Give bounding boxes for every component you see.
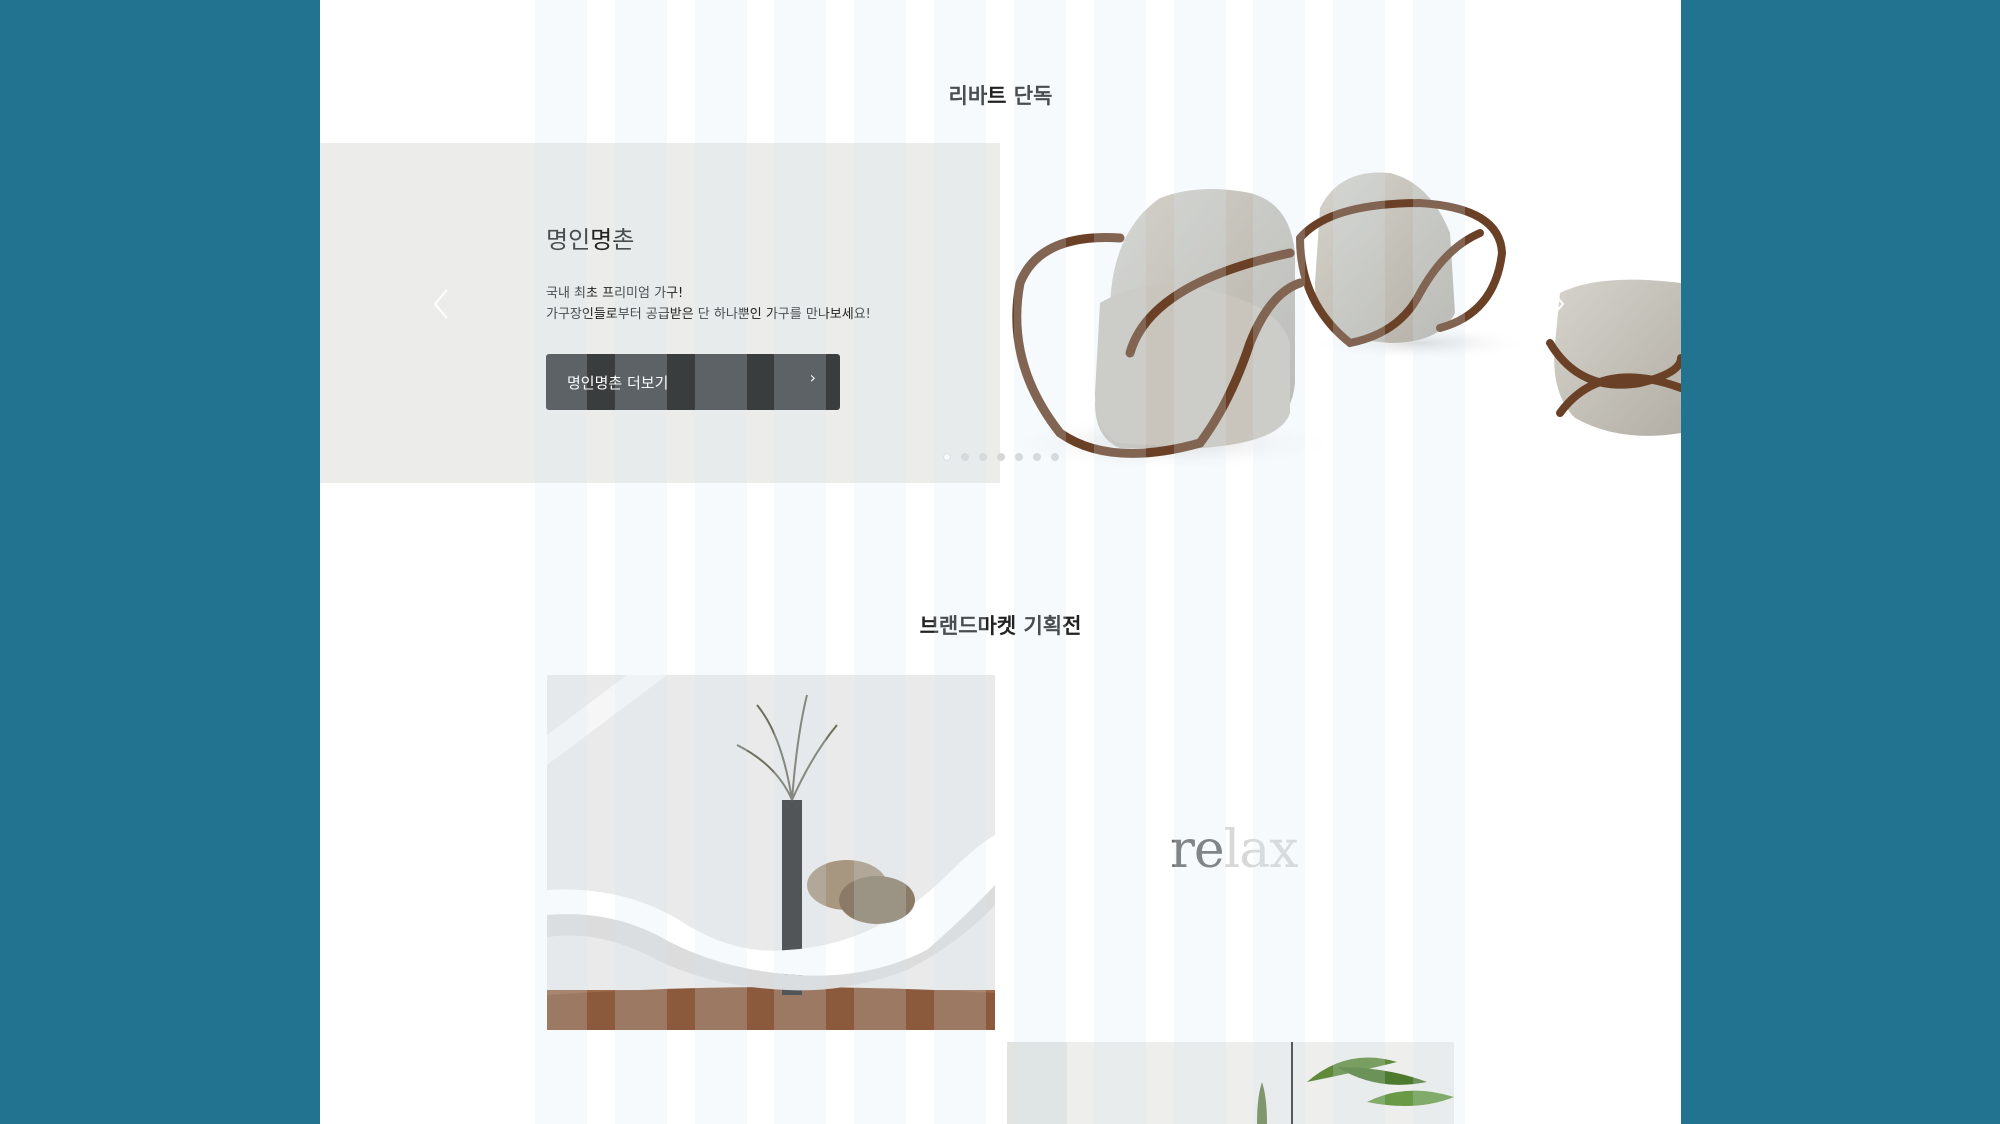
slide-desc-line2: 가구장인들로부터 공급받은 단 하나뿐인 가구를 만나보세요! — [546, 307, 871, 322]
chevron-right-icon: › — [809, 368, 816, 387]
view-more-button[interactable]: 명인명촌 더보기 › — [546, 354, 840, 410]
carousel-dot[interactable] — [997, 453, 1005, 461]
carousel-dot[interactable] — [943, 453, 951, 461]
section-title-exclusive: 리바트 단독 — [948, 84, 1053, 108]
carousel-dot[interactable] — [1015, 453, 1023, 461]
carousel-dot[interactable] — [1051, 453, 1059, 461]
relax-light: lax — [1223, 820, 1299, 880]
slide-description: 국내 최초 프리미엄 가구! 가구장인들로부터 공급받은 단 하나뿐인 가구를 … — [546, 283, 871, 325]
brand-promo-image-2[interactable] — [1007, 1042, 1454, 1124]
slide-desc-line1: 국내 최초 프리미엄 가구! — [546, 286, 684, 301]
section-title-brand: 브랜드마켓 기획전 — [919, 614, 1082, 638]
page: 리바트 단독 명인명촌 국내 최초 프리미엄 가구! 가구장인들로부터 공급받은… — [320, 0, 1681, 1124]
hero-image — [1000, 143, 1681, 483]
chevron-right-icon — [1550, 289, 1565, 319]
relax-wordmark: relax — [1170, 820, 1299, 880]
slide-title: 명인명촌 — [546, 226, 635, 254]
carousel-dot[interactable] — [961, 453, 969, 461]
plant-image — [1007, 1042, 1454, 1124]
brand-promo-image[interactable] — [547, 675, 995, 1030]
carousel-dot[interactable] — [1033, 453, 1041, 461]
armchair-image — [1000, 172, 1681, 471]
next-slide-button[interactable] — [1548, 287, 1566, 330]
chevron-left-icon — [433, 289, 448, 319]
relax-dark: re — [1170, 820, 1225, 880]
view-more-label: 명인명촌 더보기 — [567, 373, 669, 392]
chaise-lounge-image — [547, 675, 995, 1030]
prev-slide-button[interactable] — [432, 287, 450, 330]
hero-carousel: 명인명촌 국내 최초 프리미엄 가구! 가구장인들로부터 공급받은 단 하나뿐인… — [320, 143, 1681, 483]
carousel-dot[interactable] — [979, 453, 987, 461]
carousel-dots — [943, 453, 1059, 461]
